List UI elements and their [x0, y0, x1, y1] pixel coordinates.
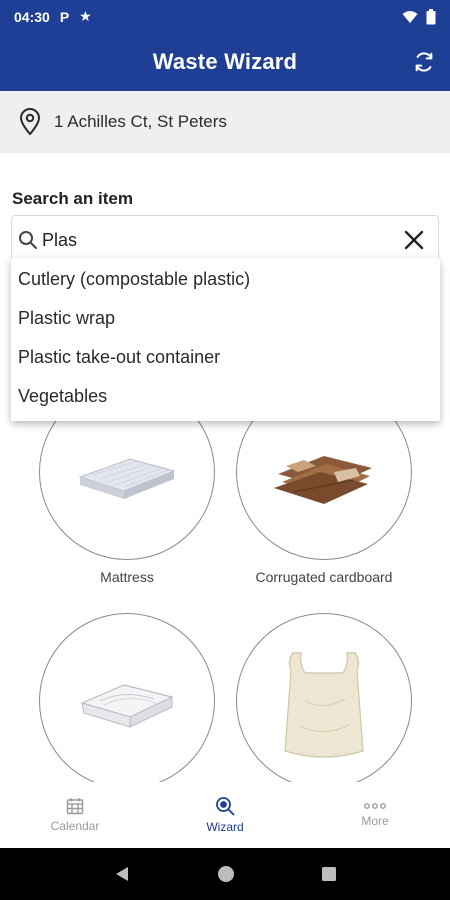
item-plastic-bag[interactable]: [236, 613, 412, 789]
plastic-bag-image: [284, 652, 364, 758]
status-time: 04:30: [14, 8, 50, 25]
wizard-search-icon: [216, 797, 235, 816]
address-text: 1 Achilles Ct, St Peters: [54, 112, 227, 131]
parking-icon: P: [59, 8, 70, 25]
nav-wizard[interactable]: Wizard: [150, 782, 300, 848]
suggestion-item[interactable]: Plastic wrap: [11, 299, 440, 338]
nav-label: Wizard: [206, 820, 244, 834]
star-icon: ★: [79, 8, 92, 24]
battery-icon: [426, 8, 436, 24]
suggestion-item[interactable]: Plastic take-out container: [11, 338, 440, 377]
nav-label: Calendar: [50, 819, 100, 833]
search-icon: [19, 231, 37, 249]
app-bar: Waste Wizard: [0, 33, 450, 91]
status-left: 04:30 P ★: [14, 8, 92, 25]
suggestion-item[interactable]: Vegetables: [11, 377, 440, 416]
refresh-icon: [415, 52, 433, 72]
item-takeout-container[interactable]: [39, 613, 215, 789]
takeout-container-image: [80, 684, 174, 728]
location-pin-icon: [19, 108, 41, 136]
item-circle: [236, 613, 412, 789]
calendar-icon: [66, 798, 84, 815]
recents-icon[interactable]: [321, 866, 337, 882]
address-bar[interactable]: 1 Achilles Ct, St Peters: [0, 91, 450, 153]
autocomplete-dropdown: Cutlery (compostable plastic) Plastic wr…: [11, 258, 440, 421]
bottom-nav: Calendar Wizard More: [0, 782, 450, 848]
cardboard-image: [274, 456, 372, 504]
system-nav-bar: [0, 848, 450, 900]
home-icon[interactable]: [216, 864, 236, 884]
search-label: Search an item: [12, 189, 133, 208]
nav-calendar[interactable]: Calendar: [0, 782, 150, 848]
search-input[interactable]: [42, 229, 400, 251]
item-label: Corrugated cardboard: [255, 569, 393, 585]
more-icon: [364, 803, 386, 809]
status-bar: 04:30 P ★: [0, 0, 450, 33]
close-icon: [404, 230, 424, 250]
suggestion-item[interactable]: Cutlery (compostable plastic): [11, 260, 440, 299]
app-title: Waste Wizard: [152, 49, 298, 74]
clear-search-button[interactable]: [400, 226, 428, 254]
refresh-button[interactable]: [410, 48, 438, 76]
nav-more[interactable]: More: [300, 782, 450, 848]
item-label: Mattress: [100, 569, 154, 585]
wifi-icon: [402, 10, 418, 23]
status-right: [402, 8, 436, 25]
item-circle: [39, 613, 215, 789]
back-icon[interactable]: [113, 865, 131, 883]
nav-label: More: [361, 814, 389, 828]
mattress-image: [78, 458, 176, 499]
